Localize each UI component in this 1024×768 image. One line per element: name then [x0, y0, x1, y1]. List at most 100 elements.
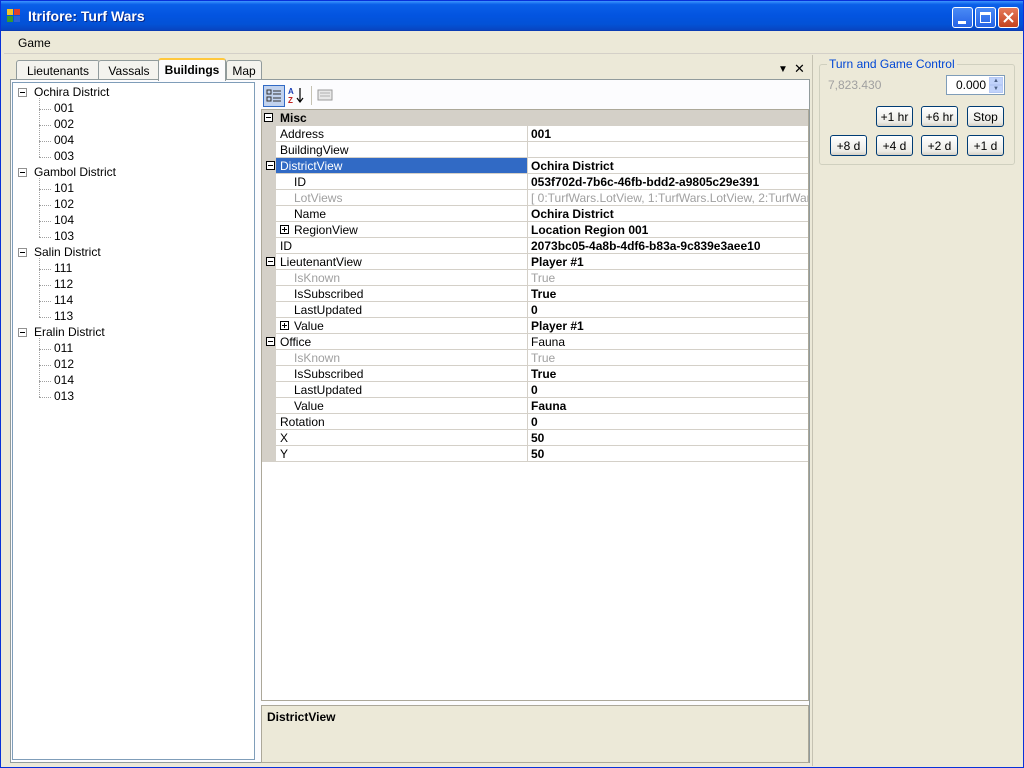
tree-node-building[interactable]: 014 — [54, 373, 74, 389]
property-value[interactable]: 2073bc05-4a8b-4df6-b83a-9c839e3aee10 — [527, 238, 808, 254]
tree-node-building[interactable]: 013 — [54, 389, 74, 405]
add-2-d-button[interactable]: +2 d — [921, 135, 958, 156]
collapse-node-icon[interactable] — [18, 248, 27, 257]
collapse-icon[interactable] — [266, 257, 275, 266]
property-value[interactable]: True — [527, 270, 808, 286]
turn-control-group: Turn and Game Control 7,823.430 0.000 ▲ … — [819, 57, 1015, 165]
tab-vassals[interactable]: Vassals — [98, 60, 160, 80]
expand-icon[interactable] — [280, 225, 289, 234]
property-value[interactable]: Location Region 001 — [527, 222, 808, 238]
property-row[interactable]: X 50 — [262, 430, 808, 446]
collapse-node-icon[interactable] — [18, 328, 27, 337]
property-row[interactable]: ID 2073bc05-4a8b-4df6-b83a-9c839e3aee10 — [262, 238, 808, 254]
expand-icon[interactable] — [280, 321, 289, 330]
tree-node-building[interactable]: 001 — [54, 101, 74, 117]
tree-node-building[interactable]: 002 — [54, 117, 74, 133]
tree-node-building[interactable]: 003 — [54, 149, 74, 165]
title-bar[interactable]: Itrifore: Turf Wars — [1, 1, 1023, 31]
property-value[interactable]: 053f702d-7b6c-46fb-bdd2-a9805c29e391 — [527, 174, 808, 190]
category-row[interactable]: Misc — [262, 110, 808, 126]
tab-map[interactable]: Map — [226, 60, 262, 80]
add-1-d-button[interactable]: +1 d — [967, 135, 1004, 156]
property-value[interactable]: 50 — [527, 446, 808, 462]
property-row[interactable]: Value Player #1 — [262, 318, 808, 334]
property-row[interactable]: Rotation 0 — [262, 414, 808, 430]
property-value[interactable]: Ochira District — [527, 206, 808, 222]
spin-up-icon[interactable]: ▲ — [989, 77, 1003, 85]
property-row[interactable]: IsSubscribed True — [262, 286, 808, 302]
tree-node-district[interactable]: Ochira District — [34, 85, 109, 101]
collapse-category-icon[interactable] — [264, 113, 273, 122]
property-row[interactable]: Office Fauna — [262, 334, 808, 350]
stop-button[interactable]: Stop — [967, 106, 1004, 127]
tree-node-district[interactable]: Eralin District — [34, 325, 105, 341]
property-value[interactable]: Player #1 — [527, 318, 808, 334]
property-value[interactable]: 50 — [527, 430, 808, 446]
property-value[interactable]: True — [527, 286, 808, 302]
tree-node-building[interactable]: 101 — [54, 181, 74, 197]
property-row[interactable]: DistrictView Ochira District — [262, 158, 808, 174]
tree-node-building[interactable]: 102 — [54, 197, 74, 213]
tree-node-building[interactable]: 103 — [54, 229, 74, 245]
add-8-d-button[interactable]: +8 d — [830, 135, 867, 156]
close-window-button[interactable] — [998, 7, 1019, 28]
property-row[interactable]: LieutenantView Player #1 — [262, 254, 808, 270]
property-value[interactable] — [527, 142, 808, 158]
pin-icon[interactable]: ▼ — [778, 64, 788, 75]
spin-down-icon[interactable]: ▼ — [989, 85, 1003, 93]
property-row[interactable]: IsKnown True — [262, 350, 808, 366]
tree-node-building[interactable]: 011 — [54, 341, 73, 357]
property-row[interactable]: RegionView Location Region 001 — [262, 222, 808, 238]
property-value[interactable]: 0 — [527, 414, 808, 430]
add-6-hr-button[interactable]: +6 hr — [921, 106, 958, 127]
property-value[interactable]: 001 — [527, 126, 808, 142]
tab-lieutenants[interactable]: Lieutenants — [16, 60, 100, 80]
property-value[interactable]: 0 — [527, 302, 808, 318]
property-value[interactable]: Fauna — [527, 398, 808, 414]
menu-game[interactable]: Game — [18, 36, 51, 50]
property-row[interactable]: BuildingView — [262, 142, 808, 158]
tree-node-district[interactable]: Gambol District — [34, 165, 116, 181]
tree-node-building[interactable]: 012 — [54, 357, 74, 373]
tree-node-district[interactable]: Salin District — [34, 245, 101, 261]
maximize-button[interactable] — [975, 7, 996, 28]
property-value[interactable]: [ 0:TurfWars.LotView, 1:TurfWars.LotView… — [527, 190, 808, 206]
add-1-hr-button[interactable]: +1 hr — [876, 106, 913, 127]
property-value[interactable]: Player #1 — [527, 254, 808, 270]
close-tab-icon[interactable]: ✕ — [794, 61, 805, 77]
alphabetical-button[interactable]: A Z — [286, 85, 308, 107]
property-value[interactable]: 0 — [527, 382, 808, 398]
turn-amount-spinner[interactable]: 0.000 ▲ ▼ — [946, 75, 1005, 95]
tab-buildings[interactable]: Buildings — [158, 58, 226, 81]
buildings-tree[interactable]: Ochira District 001 002 004 003 Gambol Distri… — [12, 82, 255, 760]
property-value[interactable]: Ochira District — [527, 158, 808, 174]
property-grid-list[interactable]: Misc Address 001 BuildingView DistrictView O… — [261, 109, 809, 701]
collapse-node-icon[interactable] — [18, 168, 27, 177]
tree-node-building[interactable]: 112 — [54, 277, 73, 293]
property-row[interactable]: ID 053f702d-7b6c-46fb-bdd2-a9805c29e391 — [262, 174, 808, 190]
minimize-button[interactable] — [952, 7, 973, 28]
property-row[interactable]: Value Fauna — [262, 398, 808, 414]
property-row[interactable]: LastUpdated 0 — [262, 382, 808, 398]
property-value[interactable]: Fauna — [527, 334, 808, 350]
property-row[interactable]: LastUpdated 0 — [262, 302, 808, 318]
collapse-node-icon[interactable] — [18, 88, 27, 97]
property-row[interactable]: Name Ochira District — [262, 206, 808, 222]
collapse-icon[interactable] — [266, 337, 275, 346]
tree-node-building[interactable]: 111 — [54, 261, 72, 277]
property-pages-button[interactable] — [315, 85, 337, 107]
tree-node-building[interactable]: 114 — [54, 293, 73, 309]
tree-node-building[interactable]: 113 — [54, 309, 73, 325]
tree-node-building[interactable]: 104 — [54, 213, 74, 229]
property-row[interactable]: Address 001 — [262, 126, 808, 142]
property-value[interactable]: True — [527, 366, 808, 382]
collapse-icon[interactable] — [266, 161, 275, 170]
property-row[interactable]: IsSubscribed True — [262, 366, 808, 382]
tree-node-building[interactable]: 004 — [54, 133, 74, 149]
property-row[interactable]: IsKnown True — [262, 270, 808, 286]
property-row[interactable]: Y 50 — [262, 446, 808, 462]
categorized-button[interactable] — [263, 85, 285, 107]
add-4-d-button[interactable]: +4 d — [876, 135, 913, 156]
property-row[interactable]: LotViews[ 0:TurfWars.LotView, 1:TurfWars… — [262, 190, 808, 206]
property-value[interactable]: True — [527, 350, 808, 366]
